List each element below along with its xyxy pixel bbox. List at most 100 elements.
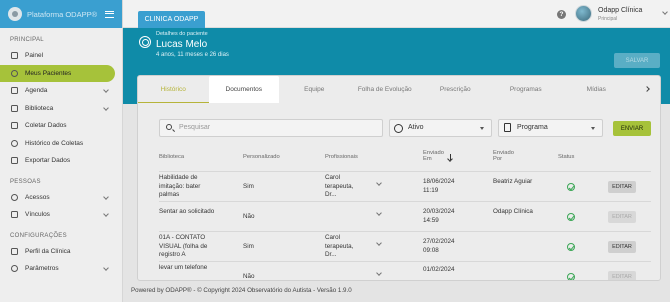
search-input[interactable]: Pesquisar (159, 119, 383, 137)
patient-age: 4 anos, 11 meses e 26 dias (156, 52, 229, 58)
table-row: levar um telefone Não 01/02/2024 EDITAR (159, 261, 651, 280)
patient-icon (139, 36, 151, 48)
table-row: 01A - CONTATO VISUAL (folha de registro … (159, 231, 651, 261)
chevron-down-icon (103, 193, 109, 200)
cell-biblioteca: 01A - CONTATO VISUAL (folha de registro … (159, 234, 208, 259)
edit-button[interactable]: EDITAR (608, 241, 636, 253)
document-icon (504, 123, 511, 132)
section-configuracoes: CONFIGURAÇÕES (10, 232, 67, 239)
sidebar-item-painel[interactable]: Painel (0, 47, 122, 65)
send-button[interactable]: ENVIAR (613, 121, 651, 136)
user-name[interactable]: Odapp Clínica (598, 7, 642, 14)
gear-icon (11, 265, 18, 273)
cell-biblioteca: Habilidade de imitação: bater palmas (159, 174, 201, 199)
table-row: Habilidade de imitação: bater palmas Sim… (159, 171, 651, 201)
sidebar-item-perfil-clinica[interactable]: Perfil da Clínica (0, 243, 122, 261)
sidebar-item-coletar-dados[interactable]: Coletar Dados (0, 117, 122, 135)
cell-biblioteca: levar um telefone (159, 264, 208, 271)
status-select-value: Ativo (408, 124, 424, 131)
edit-button[interactable]: EDITAR (608, 271, 636, 280)
edit-button[interactable]: EDITAR (608, 181, 636, 193)
sidebar-brand: Plataforma ODAPP® (0, 0, 122, 28)
sidebar-item-meus-pacientes[interactable]: Meus Pacientes (0, 64, 115, 82)
grid-icon (11, 52, 18, 60)
cell-profissionais: Carol terapeuta, Dr... (325, 234, 354, 259)
tab-documentos[interactable]: Documentos (208, 76, 279, 103)
calendar-icon (11, 87, 18, 95)
section-principal: PRINCIPAL (10, 37, 44, 43)
search-icon (166, 124, 172, 130)
col-biblioteca[interactable]: Biblioteca (159, 154, 184, 160)
col-enviado-por[interactable]: Enviado Por (493, 150, 517, 162)
col-personalizado[interactable]: Personalizado (243, 154, 280, 160)
footer-copyright: Powered by ODAPP® - © Copyright 2024 Obs… (131, 287, 352, 294)
help-icon[interactable]: ? (557, 10, 566, 19)
status-ok-icon (567, 273, 575, 280)
menu-toggle-icon[interactable] (105, 10, 115, 18)
status-select[interactable]: Ativo (389, 119, 492, 137)
cell-personalizado: Sim (243, 243, 254, 250)
pencil-icon (11, 122, 18, 130)
user-role: Principal (598, 16, 618, 22)
chevron-down-icon[interactable] (376, 270, 382, 276)
export-icon (11, 157, 18, 165)
chevron-down-icon[interactable] (376, 180, 382, 186)
tab-folha-evolucao[interactable]: Folha de Evolução (350, 76, 421, 103)
type-select-value: Programa (517, 124, 548, 131)
avatar[interactable] (575, 5, 592, 22)
sidebar-item-biblioteca[interactable]: Biblioteca (0, 100, 122, 118)
cell-biblioteca: Sentar ao solicitado (159, 208, 215, 215)
top-bar: CLINICA ODAPP ? Odapp Clínica Principal (123, 0, 670, 28)
tab-prescricao[interactable]: Prescrição (420, 76, 491, 103)
chevron-down-icon[interactable] (376, 210, 382, 216)
sidebar-item-historico-coletas[interactable]: Histórico de Coletas (0, 135, 122, 153)
col-status[interactable]: Status (558, 154, 574, 160)
cell-enviado-em-hora: 11:19 (423, 187, 439, 194)
brand-name: Plataforma ODAPP® (27, 9, 98, 19)
building-icon (11, 247, 18, 255)
chevron-down-icon[interactable] (662, 9, 668, 15)
link-icon (11, 211, 18, 219)
edit-button[interactable]: EDITAR (608, 211, 636, 223)
clinic-tab[interactable]: CLINICA ODAPP (138, 11, 205, 28)
key-icon (11, 193, 18, 201)
section-pessoas: PESSOAS (10, 178, 41, 185)
tab-historico[interactable]: Histórico (138, 76, 209, 103)
table-row: Sentar ao solicitado Não 20/03/2024 14:5… (159, 201, 651, 231)
sidebar-item-agenda[interactable]: Agenda (0, 82, 122, 100)
cell-enviado-em-hora: 09:08 (423, 247, 439, 254)
save-button[interactable]: SALVAR (614, 53, 660, 68)
status-ok-icon (567, 243, 575, 251)
cell-enviado-em-data: 18/06/2024 (423, 178, 455, 185)
sort-down-icon[interactable] (450, 154, 451, 160)
cell-personalizado: Não (243, 213, 255, 220)
table-body: Habilidade de imitação: bater palmas Sim… (159, 171, 651, 280)
col-profissionais[interactable]: Profissionais (325, 154, 358, 160)
cell-enviado-em-data: 01/02/2024 (423, 266, 455, 273)
tab-equipe[interactable]: Equipe (279, 76, 350, 103)
patient-name: Lucas Melo (156, 39, 208, 50)
chevron-down-icon (103, 265, 109, 271)
sidebar-item-exportar-dados[interactable]: Exportar Dados (0, 152, 122, 170)
cell-enviado-por: Odapp Clínica (493, 208, 533, 215)
type-select[interactable]: Programa (498, 119, 603, 137)
cell-enviado-em-hora: 14:59 (423, 217, 439, 224)
logo-icon (8, 7, 22, 21)
sidebar-item-parametros[interactable]: Parâmetros (0, 260, 122, 278)
chevron-down-icon (103, 104, 109, 111)
cell-personalizado: Sim (243, 183, 254, 190)
check-circle-icon (394, 123, 403, 133)
chevron-down-icon (103, 87, 109, 93)
tab-programas[interactable]: Programas (491, 76, 562, 103)
caret-down-icon (591, 127, 595, 130)
col-enviado-em[interactable]: Enviado Em (423, 150, 445, 162)
cell-personalizado: Não (243, 273, 255, 280)
chevron-down-icon[interactable] (376, 240, 382, 246)
sidebar-item-acessos[interactable]: Acessos (0, 189, 122, 207)
cell-enviado-em-data: 20/03/2024 (423, 208, 455, 215)
sidebar-item-vinculos[interactable]: Vínculos (0, 206, 122, 224)
tab-midias[interactable]: Mídias (561, 76, 632, 103)
patient-card: Histórico Documentos Equipe Folha de Evo… (137, 75, 661, 281)
cell-enviado-por: Beatriz Aguiar (493, 178, 533, 185)
cell-enviado-em-data: 27/02/2024 (423, 238, 455, 245)
